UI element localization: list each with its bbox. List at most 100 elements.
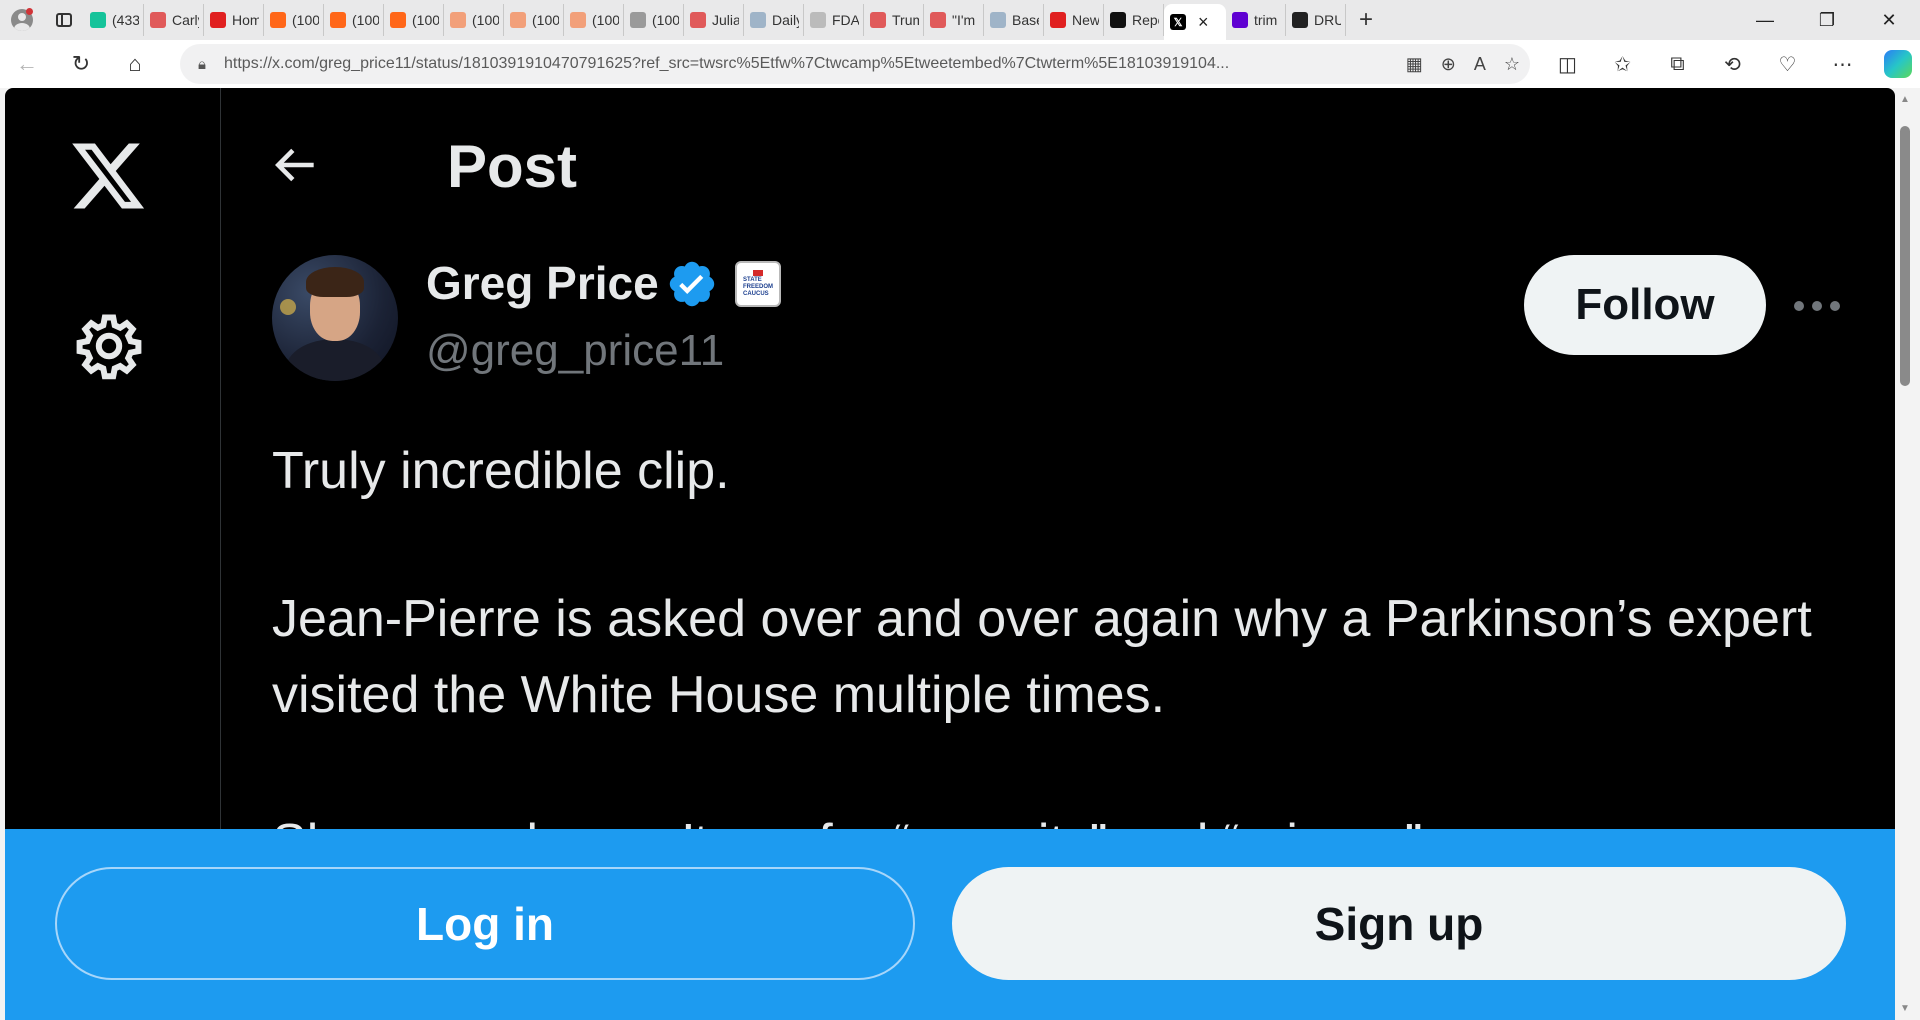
- favorites-icon[interactable]: ✩: [1595, 40, 1650, 88]
- youtube-icon: [930, 12, 946, 28]
- refresh-button[interactable]: ↻: [54, 40, 108, 88]
- url-text[interactable]: https://x.com/greg_price11/status/181039…: [224, 55, 1354, 73]
- author-name[interactable]: Greg Price: [426, 256, 659, 310]
- tab-actions-icon[interactable]: [44, 0, 84, 40]
- collections-icon[interactable]: ⧉: [1650, 40, 1705, 88]
- browser-tab[interactable]: Trum: [864, 4, 924, 36]
- affiliation-badge[interactable]: STATE FREEDOM CAUCUS: [735, 261, 781, 307]
- scroll-up-icon[interactable]: ▲: [1900, 94, 1910, 105]
- browser-tab-title: (100: [652, 12, 679, 28]
- app-available-icon[interactable]: ▦: [1406, 54, 1423, 75]
- browser-tab[interactable]: (100: [324, 4, 384, 36]
- history-icon[interactable]: ⟲: [1705, 40, 1760, 88]
- close-window-button[interactable]: ✕: [1858, 0, 1920, 40]
- browser-tab-title: (100: [532, 12, 559, 28]
- split-screen-icon[interactable]: ◫: [1540, 40, 1595, 88]
- zoom-icon[interactable]: ⊕: [1441, 54, 1456, 75]
- browser-tab-title: Daily: [772, 12, 799, 28]
- substack-icon: [390, 12, 406, 28]
- browser-tab-title: "I'm: [952, 12, 976, 28]
- shield-icon: [990, 12, 1006, 28]
- browser-tab[interactable]: Julia: [684, 4, 744, 36]
- post-line: Jean-Pierre is asked over and over again…: [272, 590, 1812, 724]
- r-icon: [1050, 12, 1066, 28]
- image-icon: [630, 12, 646, 28]
- youtube-icon: [870, 12, 886, 28]
- browser-tab[interactable]: DRU: [1286, 4, 1346, 36]
- scroll-down-icon[interactable]: ▼: [1900, 1003, 1910, 1014]
- browser-tab[interactable]: Carly: [144, 4, 204, 36]
- browser-tab[interactable]: (100: [444, 4, 504, 36]
- browser-tab[interactable]: (100: [504, 4, 564, 36]
- browser-tab-title: FDA: [832, 12, 859, 28]
- settings-gear-icon[interactable]: [73, 310, 145, 382]
- author-handle[interactable]: @greg_price11: [426, 326, 724, 376]
- x-logo-icon[interactable]: [67, 136, 149, 216]
- home-button[interactable]: ⌂: [108, 40, 162, 88]
- browser-tab[interactable]: FDA: [804, 4, 864, 36]
- browser-essentials-icon[interactable]: ♡: [1760, 40, 1815, 88]
- back-button[interactable]: ←: [0, 40, 54, 88]
- profile-avatar-icon[interactable]: [0, 0, 44, 40]
- browser-tab[interactable]: trim: [1226, 4, 1286, 36]
- browser-tab[interactable]: (100: [264, 4, 324, 36]
- page-scrollbar[interactable]: ▲ ▼: [1895, 88, 1915, 1020]
- more-options-icon[interactable]: [1782, 288, 1852, 324]
- browser-tab-title: (100: [292, 12, 319, 28]
- browser-tab-title: Trum: [892, 12, 919, 28]
- browser-tab[interactable]: Daily: [744, 4, 804, 36]
- back-arrow-icon[interactable]: [272, 140, 322, 190]
- affiliation-badge-text: STATE FREEDOM CAUCUS: [743, 277, 773, 297]
- follow-button[interactable]: Follow: [1524, 255, 1766, 355]
- youtube-icon: [150, 12, 166, 28]
- signup-button[interactable]: Sign up: [952, 867, 1846, 980]
- substack-icon: [510, 12, 526, 28]
- grammarly-icon: [90, 12, 106, 28]
- copilot-icon[interactable]: [1884, 50, 1912, 78]
- news-icon: [210, 12, 226, 28]
- browser-tab[interactable]: (433: [84, 4, 144, 36]
- browser-tab[interactable]: Repo: [1104, 4, 1164, 36]
- restore-button[interactable]: ❐: [1796, 0, 1858, 40]
- address-bar[interactable]: 🔒︎ https://x.com/greg_price11/status/181…: [180, 44, 1530, 84]
- login-button[interactable]: Log in: [55, 867, 915, 980]
- browser-tab[interactable]: Hom: [204, 4, 264, 36]
- window-controls: — ❐ ✕: [1734, 0, 1920, 40]
- browser-tab-title: (100: [592, 12, 619, 28]
- browser-tab[interactable]: (100: [564, 4, 624, 36]
- close-tab-icon[interactable]: ×: [1198, 12, 1209, 33]
- settings-more-icon[interactable]: ⋯: [1815, 40, 1870, 88]
- browser-tab-title: Carly: [172, 12, 199, 28]
- lock-icon[interactable]: 🔒︎: [180, 56, 224, 73]
- new-tab-button[interactable]: +: [1346, 0, 1386, 40]
- minimize-button[interactable]: —: [1734, 0, 1796, 40]
- post-body: Truly incredible clip. Jean-Pierre is as…: [272, 433, 1832, 881]
- scrollbar-thumb[interactable]: [1900, 126, 1910, 386]
- verified-badge-icon[interactable]: [666, 258, 718, 310]
- substack-icon: [570, 12, 586, 28]
- browser-tab[interactable]: "I'm: [924, 4, 984, 36]
- browser-tab[interactable]: (100: [624, 4, 684, 36]
- avatar[interactable]: [272, 255, 398, 381]
- browser-tab[interactable]: New: [1044, 4, 1104, 36]
- browser-toolbar: ← ↻ ⌂ 🔒︎ https://x.com/greg_price11/stat…: [0, 40, 1920, 88]
- browser-tab[interactable]: Base: [984, 4, 1044, 36]
- browser-tab-title: (100: [412, 12, 439, 28]
- page-title: Post: [447, 133, 578, 200]
- browser-tab-active[interactable]: 𝕏 ×: [1164, 4, 1226, 40]
- drudge-icon: [1292, 12, 1308, 28]
- browser-tab-title: Base: [1012, 12, 1039, 28]
- browser-tab-title: (433: [112, 12, 139, 28]
- yahoo-icon: [1232, 12, 1248, 28]
- favorite-star-icon[interactable]: ☆: [1504, 54, 1520, 75]
- browser-tab-title: trim: [1254, 12, 1278, 28]
- substack-icon: [330, 12, 346, 28]
- browser-tab[interactable]: (100: [384, 4, 444, 36]
- x-icon: 𝕏: [1170, 14, 1186, 30]
- browser-tab-title: (100: [472, 12, 499, 28]
- browser-tab-title: Julia: [712, 12, 739, 28]
- browser-tab-title: DRU: [1314, 12, 1341, 28]
- read-aloud-icon[interactable]: A: [1474, 54, 1486, 75]
- page-viewport: Post Greg Price STATE FREEDOM CAUCUS @gr…: [5, 88, 1895, 1020]
- post-line: Truly incredible clip.: [272, 442, 730, 500]
